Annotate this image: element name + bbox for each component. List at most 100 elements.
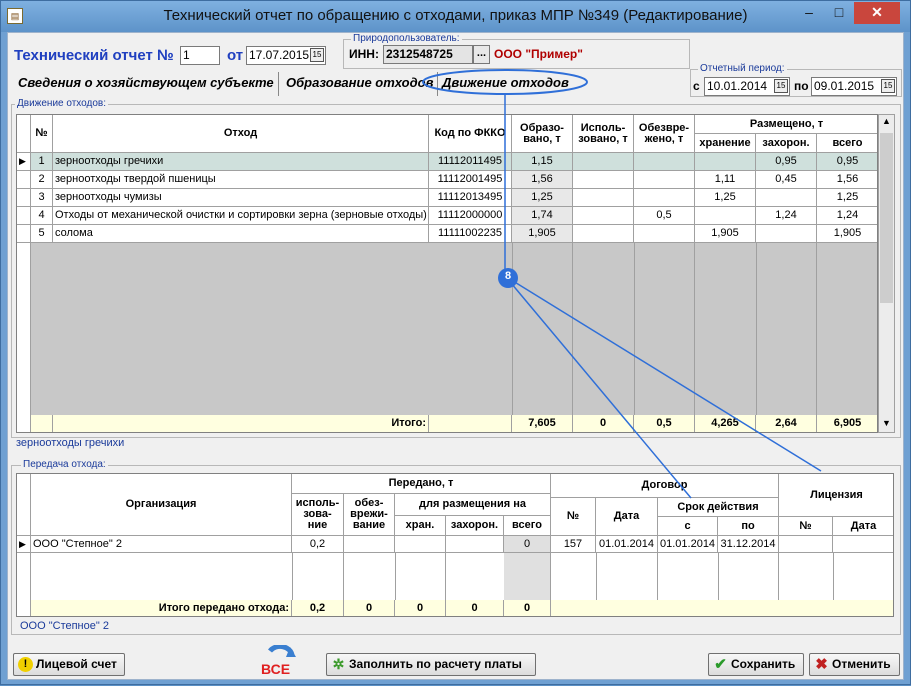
- report-date-input[interactable]: 17.07.2015 15: [246, 46, 326, 65]
- movement-cell-storage[interactable]: [695, 207, 756, 225]
- movement-cell-total[interactable]: 0,95: [817, 153, 877, 171]
- col-transferred-header[interactable]: Передано, т: [292, 474, 551, 494]
- col-storage-header[interactable]: хран.: [395, 516, 446, 536]
- scroll-down-icon[interactable]: ▼: [882, 418, 891, 428]
- col-license-header[interactable]: Лицензия: [779, 474, 893, 517]
- col-num-header[interactable]: №: [31, 115, 53, 153]
- movement-cell-total[interactable]: 1,25: [817, 189, 877, 207]
- col-use-header[interactable]: исполь-зова-ние: [292, 494, 344, 536]
- col-neutral-header[interactable]: обез-врежи-вание: [344, 494, 395, 536]
- movement-cell-waste[interactable]: Отходы от механической очистки и сортиро…: [53, 207, 429, 225]
- col-total-header[interactable]: всего: [817, 134, 877, 153]
- license-date-cell[interactable]: [833, 536, 893, 553]
- movement-cell-burial[interactable]: [756, 225, 817, 243]
- movement-cell-total[interactable]: 1,905: [817, 225, 877, 243]
- title-bar[interactable]: ▤ Технический отчет по обращению с отход…: [1, 1, 910, 32]
- movement-cell-num[interactable]: 4: [31, 207, 53, 225]
- inn-select-button[interactable]: ...: [473, 45, 490, 64]
- col-license-date-header[interactable]: Дата: [833, 517, 893, 536]
- col-storage-header[interactable]: хранение: [695, 134, 756, 153]
- movement-scrollbar[interactable]: ▲ ▼: [878, 114, 895, 433]
- movement-cell-formed[interactable]: 1,905: [512, 225, 573, 243]
- movement-cell-fkko[interactable]: 11112013495: [429, 189, 512, 207]
- account-button[interactable]: ! Лицевой счет: [13, 653, 125, 676]
- col-contract-header[interactable]: Договор: [551, 474, 779, 498]
- movement-cell-neutralized[interactable]: [634, 189, 695, 207]
- movement-cell-formed[interactable]: 1,74: [512, 207, 573, 225]
- col-valid-from-header[interactable]: с: [658, 517, 718, 536]
- movement-cell-used[interactable]: [573, 225, 634, 243]
- movement-cell-num[interactable]: 2: [31, 171, 53, 189]
- movement-cell-burial[interactable]: 0,95: [756, 153, 817, 171]
- col-total-header[interactable]: всего: [504, 516, 551, 536]
- contract-num-cell[interactable]: 157: [551, 536, 596, 553]
- col-contract-date-header[interactable]: Дата: [596, 498, 658, 536]
- col-org-header[interactable]: Организация: [31, 474, 292, 536]
- movement-cell-storage[interactable]: 1,11: [695, 171, 756, 189]
- movement-cell-neutralized[interactable]: [634, 225, 695, 243]
- movement-cell-waste[interactable]: зерноотходы твердой пшеницы: [53, 171, 429, 189]
- col-waste-header[interactable]: Отход: [53, 115, 429, 153]
- close-button[interactable]: ✕: [854, 2, 900, 24]
- movement-cell-storage[interactable]: [695, 153, 756, 171]
- transfer-storage-cell[interactable]: [395, 536, 446, 553]
- movement-cell-fkko[interactable]: 11112011495: [429, 153, 512, 171]
- movement-cell-waste[interactable]: зерноотходы гречихи: [53, 153, 429, 171]
- col-formed-header[interactable]: Образо-вано, т: [512, 115, 573, 153]
- tab-waste-movement[interactable]: Движение отходов: [438, 72, 573, 96]
- transfer-org-cell[interactable]: ООО "Степное" 2: [31, 536, 292, 553]
- valid-from-cell[interactable]: 01.01.2014: [658, 536, 718, 553]
- movement-cell-neutralized[interactable]: 0,5: [634, 207, 695, 225]
- movement-cell-fkko[interactable]: 11112000000: [429, 207, 512, 225]
- col-placed-header[interactable]: Размещено, т: [695, 115, 877, 134]
- period-from-input[interactable]: 10.01.2014 15: [704, 77, 790, 96]
- transfer-table[interactable]: Организация Передано, т исполь-зова-ние …: [16, 473, 894, 617]
- period-to-input[interactable]: 09.01.2015 15: [811, 77, 897, 96]
- scroll-thumb[interactable]: [880, 133, 893, 303]
- movement-cell-storage[interactable]: 1,905: [695, 225, 756, 243]
- transfer-neutral-cell[interactable]: [344, 536, 395, 553]
- license-num-cell[interactable]: [779, 536, 833, 553]
- col-contract-num-header[interactable]: №: [551, 498, 596, 536]
- cancel-button[interactable]: ✖ Отменить: [809, 653, 900, 676]
- calendar-icon[interactable]: 15: [881, 79, 895, 93]
- col-valid-to-header[interactable]: по: [718, 517, 779, 536]
- minimize-button[interactable]: –: [794, 2, 824, 24]
- movement-cell-formed[interactable]: 1,25: [512, 189, 573, 207]
- movement-cell-num[interactable]: 5: [31, 225, 53, 243]
- col-fkko-header[interactable]: Код по ФККО: [429, 115, 512, 153]
- tab-subject-info[interactable]: Сведения о хозяйствующем субъекте: [14, 72, 279, 96]
- movement-cell-num[interactable]: 3: [31, 189, 53, 207]
- movement-cell-formed[interactable]: 1,15: [512, 153, 573, 171]
- maximize-button[interactable]: □: [824, 2, 854, 24]
- movement-cell-total[interactable]: 1,24: [817, 207, 877, 225]
- transfer-use-cell[interactable]: 0,2: [292, 536, 344, 553]
- movement-cell-neutralized[interactable]: [634, 153, 695, 171]
- movement-cell-waste[interactable]: зерноотходы чумизы: [53, 189, 429, 207]
- valid-to-cell[interactable]: 31.12.2014: [718, 536, 779, 553]
- movement-cell-storage[interactable]: 1,25: [695, 189, 756, 207]
- col-validity-header[interactable]: Срок действия: [658, 498, 779, 517]
- movement-cell-fkko[interactable]: 11112001495: [429, 171, 512, 189]
- inn-input[interactable]: 2312548725: [383, 45, 473, 64]
- contract-date-cell[interactable]: 01.01.2014: [596, 536, 658, 553]
- col-burial-header[interactable]: захорон.: [446, 516, 504, 536]
- report-number-input[interactable]: 1: [180, 46, 220, 65]
- col-neutralized-header[interactable]: Обезвре-жено, т: [634, 115, 695, 153]
- col-burial-header[interactable]: захорон.: [756, 134, 817, 153]
- movement-cell-formed[interactable]: 1,56: [512, 171, 573, 189]
- col-license-num-header[interactable]: №: [779, 517, 833, 536]
- transfer-burial-cell[interactable]: [446, 536, 504, 553]
- movement-cell-used[interactable]: [573, 153, 634, 171]
- movement-cell-num[interactable]: 1: [31, 153, 53, 171]
- col-used-header[interactable]: Исполь-зовано, т: [573, 115, 634, 153]
- calendar-icon[interactable]: 15: [774, 79, 788, 93]
- col-for-placement-header[interactable]: для размещения на: [395, 494, 551, 516]
- movement-cell-neutralized[interactable]: [634, 171, 695, 189]
- movement-table[interactable]: № Отход Код по ФККО Образо-вано, т Испол…: [16, 114, 878, 433]
- movement-cell-used[interactable]: [573, 207, 634, 225]
- tab-waste-formation[interactable]: Образование отходов: [282, 72, 439, 96]
- movement-cell-total[interactable]: 1,56: [817, 171, 877, 189]
- calendar-icon[interactable]: 15: [310, 48, 324, 62]
- movement-cell-burial[interactable]: 0,45: [756, 171, 817, 189]
